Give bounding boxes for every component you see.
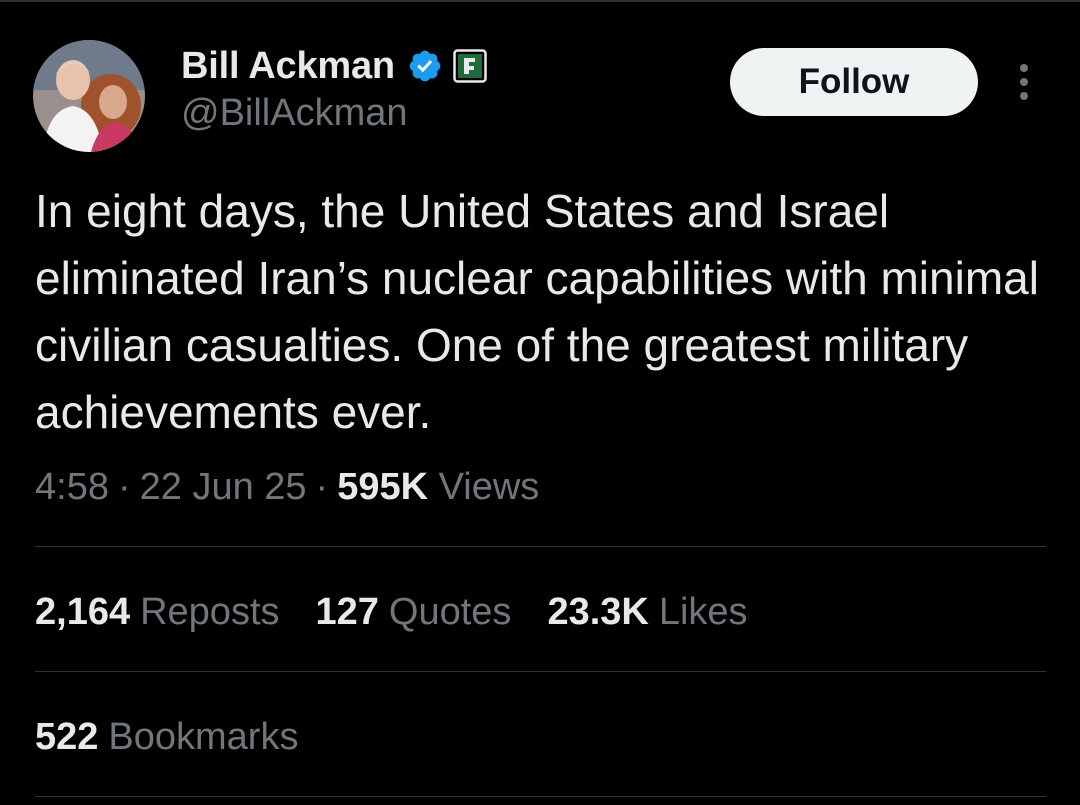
follow-button[interactable]: Follow bbox=[730, 48, 978, 116]
tweet-time[interactable]: 4:58 bbox=[35, 466, 109, 508]
author-handle[interactable]: @BillAckman bbox=[181, 92, 408, 135]
quotes-label: Quotes bbox=[388, 591, 512, 633]
top-border bbox=[0, 0, 1080, 2]
separator-dot: · bbox=[315, 466, 329, 508]
separator-dot: · bbox=[117, 466, 131, 508]
bookmarks-stat[interactable]: 522 Bookmarks bbox=[35, 713, 298, 761]
divider bbox=[35, 546, 1046, 547]
tweet-date[interactable]: 22 Jun 25 bbox=[140, 466, 307, 508]
affiliate-badge-icon[interactable] bbox=[453, 49, 487, 83]
views-label: Views bbox=[438, 466, 540, 508]
likes-label: Likes bbox=[658, 591, 748, 633]
avatar[interactable] bbox=[33, 40, 145, 152]
bookmarks-count: 522 bbox=[35, 716, 99, 758]
likes-stat[interactable]: 23.3K Likes bbox=[547, 588, 747, 636]
verified-checkmark-icon[interactable] bbox=[407, 48, 443, 84]
tweet-meta: 4:58 · 22 Jun 25 · 595K Views bbox=[35, 463, 539, 511]
likes-count: 23.3K bbox=[547, 591, 649, 633]
author-name-row: Bill Ackman bbox=[181, 44, 487, 88]
engagement-stats: 2,164 Reposts 127 Quotes 23.3K Likes bbox=[35, 588, 784, 636]
reposts-label: Reposts bbox=[140, 591, 280, 633]
tweet-text: In eight days, the United States and Isr… bbox=[35, 185, 1039, 438]
views-count: 595K bbox=[337, 466, 429, 508]
divider bbox=[35, 671, 1046, 672]
divider bbox=[35, 796, 1046, 797]
reposts-count: 2,164 bbox=[35, 591, 131, 633]
quotes-stat[interactable]: 127 Quotes bbox=[316, 588, 512, 636]
bookmarks-label: Bookmarks bbox=[108, 716, 299, 758]
quotes-count: 127 bbox=[315, 591, 379, 633]
author-display-name[interactable]: Bill Ackman bbox=[181, 45, 395, 88]
reposts-stat[interactable]: 2,164 Reposts bbox=[35, 588, 280, 636]
more-vertical-icon[interactable] bbox=[1010, 60, 1038, 104]
